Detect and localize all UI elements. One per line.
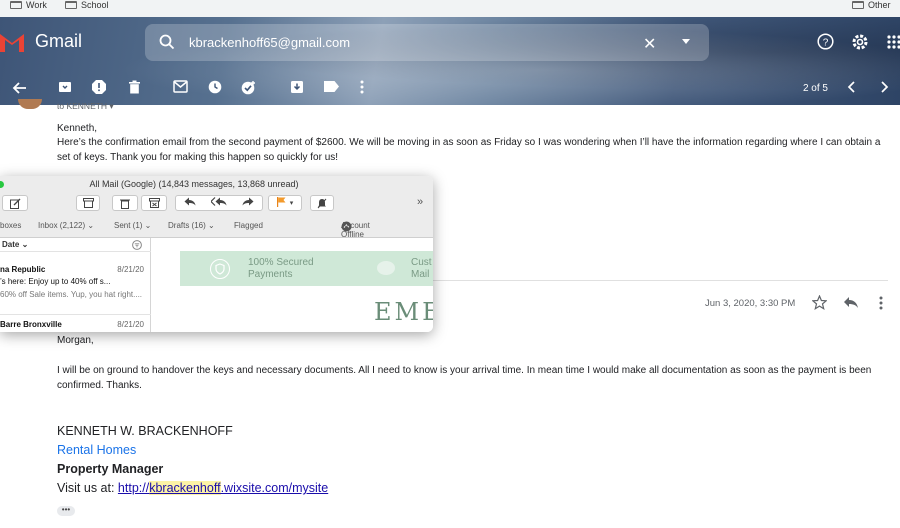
svg-text:?: ?: [823, 38, 829, 49]
signature-company: Rental Homes: [57, 443, 137, 457]
snooze-clock-icon[interactable]: [207, 80, 223, 96]
gmail-m-icon: [0, 32, 24, 52]
help-icon[interactable]: ?: [817, 33, 834, 55]
archive-icon[interactable]: [76, 195, 100, 211]
close-icon[interactable]: ✕: [643, 34, 656, 54]
list-item[interactable]: Barre Bronxville 8/21/20: [0, 320, 151, 332]
filter-icon[interactable]: [132, 240, 142, 252]
fav-mailboxes[interactable]: boxes: [0, 221, 21, 230]
bookmark-label: Work: [26, 0, 47, 10]
email-greeting: Kenneth,: [57, 123, 98, 134]
star-icon[interactable]: [811, 294, 828, 313]
search-input[interactable]: kbrackenhoff65@gmail.com: [189, 35, 350, 50]
flag-button[interactable]: ▾: [268, 195, 302, 211]
chevron-down-icon: ▾: [289, 200, 294, 207]
message-sender: na Republic: [0, 265, 46, 274]
app-name: Gmail: [35, 31, 83, 51]
message-subject: ’s here: Enjoy up to 40% off s...: [0, 277, 111, 286]
delete-icon[interactable]: [126, 80, 142, 96]
flag-icon: [276, 196, 286, 210]
sort-label: Date ⌄: [2, 240, 29, 249]
search-icon[interactable]: [159, 34, 175, 55]
mute-bell-icon[interactable]: [310, 195, 334, 211]
bookmark-work[interactable]: Work: [10, 0, 47, 10]
mail-app-window[interactable]: All Mail (Google) (14,843 messages, 13,8…: [0, 176, 433, 332]
signature-name: KENNETH W. BRACKENHOFF: [57, 424, 233, 438]
message-list: Date ⌄ na Republic 8/21/20 ’s here: Enjo…: [0, 238, 151, 332]
secure-payment-banner: 100% Secured Payments Cust Mail: [180, 251, 433, 286]
gmail-logo[interactable]: Gmail: [0, 31, 82, 52]
fav-inbox[interactable]: Inbox (2,122) ⌄: [38, 221, 94, 230]
signature-website: Visit us at: http://kbrackenhoff.wixsite…: [57, 481, 328, 495]
signature-title: Property Manager: [57, 462, 164, 476]
link-highlight: kbrackenhoff: [149, 481, 221, 495]
bookmarks-bar: Work School Other: [0, 0, 900, 17]
junk-icon[interactable]: [141, 195, 167, 211]
message-date: 8/21/20: [117, 265, 144, 274]
folder-icon: [852, 0, 864, 9]
compose-icon[interactable]: [2, 195, 28, 211]
move-to-icon[interactable]: [289, 80, 305, 96]
folder-icon: [10, 0, 22, 9]
forward-icon[interactable]: [242, 197, 254, 209]
toolbar-overflow-icon[interactable]: »: [417, 196, 423, 208]
gear-icon[interactable]: [851, 33, 869, 56]
fav-sent[interactable]: Sent (1) ⌄: [114, 221, 151, 230]
reply-group: [175, 195, 263, 211]
chevron-left-icon[interactable]: [844, 80, 860, 96]
fav-flagged[interactable]: Flagged: [234, 221, 263, 230]
apps-grid-icon[interactable]: [887, 35, 900, 54]
link-part: http://: [117, 481, 150, 495]
email-body: I will be on ground to handover the keys…: [57, 365, 872, 391]
more-vert-icon[interactable]: [879, 296, 883, 313]
reply-all-icon[interactable]: [210, 197, 227, 209]
website-link[interactable]: http://kbrackenhoff.wixsite.com/mysite: [118, 481, 328, 495]
reply-icon[interactable]: [843, 296, 859, 312]
label-icon[interactable]: [323, 80, 339, 96]
folder-icon: [65, 0, 77, 9]
support-text: Cust Mail: [411, 257, 432, 280]
email-greeting: Morgan,: [57, 335, 94, 346]
list-item[interactable]: na Republic 8/21/20 ’s here: Enjoy up to…: [0, 265, 151, 315]
list-separator: [0, 314, 151, 315]
shield-icon: [210, 259, 230, 279]
bookmark-other[interactable]: Other: [852, 0, 891, 10]
message-date: 8/21/20: [117, 320, 144, 329]
message-preview-pane: 100% Secured Payments Cust Mail EMER: [152, 238, 433, 332]
message-toolbar: 2 of 5: [0, 75, 900, 103]
website-prefix: Visit us at:: [57, 481, 118, 495]
mail-titlebar: All Mail (Google) (14,843 messages, 13,8…: [0, 176, 433, 239]
back-arrow-icon[interactable]: [12, 80, 28, 96]
email-body: Here’s the confirmation email from the s…: [57, 137, 881, 163]
message-divider: [433, 280, 888, 281]
mail-window-title: All Mail (Google) (14,843 messages, 13,8…: [89, 179, 299, 189]
delete-icon[interactable]: [112, 195, 138, 211]
account-status-label: Account Offline: [341, 221, 370, 239]
chevron-right-icon[interactable]: [876, 80, 892, 96]
chevron-down-icon[interactable]: [682, 39, 690, 44]
search-bar[interactable]: kbrackenhoff65@gmail.com ✕: [145, 24, 709, 61]
message-preview: 60% off Sale items. Yup, you hat right..…: [0, 290, 143, 299]
report-spam-icon[interactable]: [91, 80, 107, 96]
archive-icon[interactable]: [57, 80, 73, 96]
gmail-header: Gmail kbrackenhoff65@gmail.com ✕ ? 2 of …: [0, 17, 900, 105]
mark-unread-icon[interactable]: [172, 80, 188, 96]
pagination-text: 2 of 5: [802, 83, 828, 94]
chat-bubble-icon: [377, 261, 395, 275]
show-trimmed-button[interactable]: •••: [57, 506, 75, 516]
add-task-icon[interactable]: [241, 80, 257, 96]
bookmark-label: Other: [868, 0, 891, 10]
message-sender: Barre Bronxville: [0, 320, 62, 329]
secured-payments-text: 100% Secured Payments: [248, 257, 314, 280]
sort-header[interactable]: Date ⌄: [0, 238, 151, 252]
brand-logo-text: EMER: [374, 298, 433, 326]
bookmark-school[interactable]: School: [65, 0, 109, 10]
reply-icon[interactable]: [184, 197, 196, 209]
more-vert-icon[interactable]: [354, 80, 370, 96]
fav-drafts[interactable]: Drafts (16) ⌄: [168, 221, 215, 230]
message-date: Jun 3, 2020, 3:30 PM: [705, 298, 796, 309]
link-part: .wixsite.com/mysite: [220, 481, 329, 495]
bookmark-label: School: [81, 0, 109, 10]
